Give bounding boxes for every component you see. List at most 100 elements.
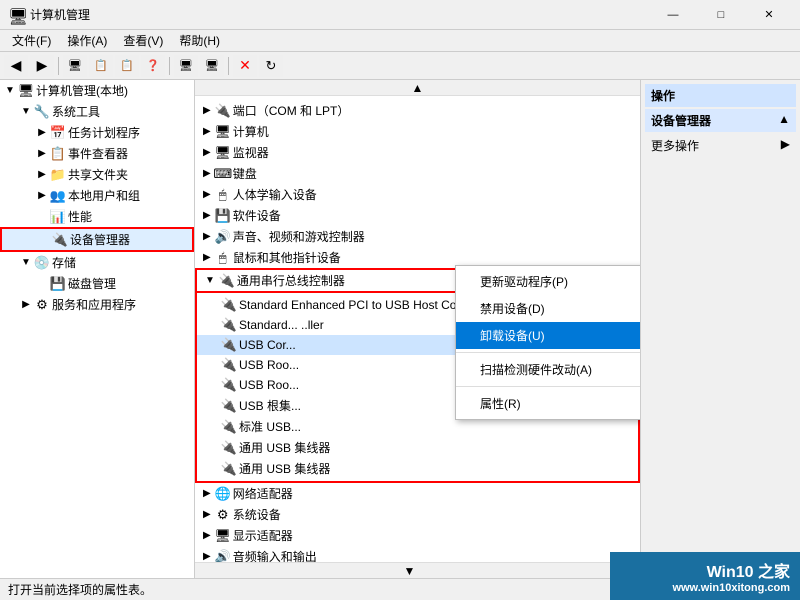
sound-label: 声音、视频和游戏控制器 bbox=[233, 228, 365, 245]
display-label: 显示适配器 bbox=[233, 527, 293, 544]
left-panel: ▼ 🖥 计算机管理(本地) ▼ 🔧 系统工具 ▶ 📅 任务计划程序 ▶ 📋 事件… bbox=[0, 80, 195, 578]
watermark-line2: www.win10xitong.com bbox=[672, 582, 790, 594]
sys-label2: 系统设备 bbox=[233, 506, 281, 523]
device-network[interactable]: ▶ 🌐 网络适配器 bbox=[195, 483, 640, 504]
event-toggle[interactable]: ▶ bbox=[34, 146, 50, 162]
tree-performance[interactable]: 📊 性能 bbox=[0, 206, 194, 227]
tree-services[interactable]: ▶ ⚙ 服务和应用程序 bbox=[0, 294, 194, 315]
forward-button[interactable]: ▶ bbox=[30, 55, 54, 77]
usb-item-8[interactable]: 🔌 通用 USB 集线器 bbox=[197, 437, 638, 458]
tree-task-scheduler[interactable]: ▶ 📅 任务计划程序 bbox=[0, 122, 194, 143]
minimize-button[interactable]: — bbox=[650, 0, 696, 30]
tree-shared-folders[interactable]: ▶ 📁 共享文件夹 bbox=[0, 164, 194, 185]
status-text: 打开当前选择项的属性表。 bbox=[8, 581, 152, 598]
scroll-up[interactable]: ▲ bbox=[195, 80, 640, 96]
tree-root[interactable]: ▼ 🖥 计算机管理(本地) bbox=[0, 80, 194, 101]
device-computer[interactable]: ▶ 🖥 计算机 bbox=[195, 121, 640, 142]
toolbar-btn-refresh[interactable]: ↻ bbox=[259, 55, 283, 77]
mouse-icon: 🖱 bbox=[215, 250, 231, 266]
device-hid[interactable]: ▶ 🖱 人体学输入设备 bbox=[195, 184, 640, 205]
storage-toggle[interactable]: ▼ bbox=[18, 255, 34, 271]
toolbar-btn-5[interactable]: 🖥 bbox=[174, 55, 198, 77]
expand-icon: ▲ bbox=[778, 112, 790, 126]
toolbar-btn-3[interactable]: 📋 bbox=[115, 55, 139, 77]
right-panel: ▲ ▶ 🔌 端口（COM 和 LPT） ▶ 🖥 计算机 ▶ bbox=[195, 80, 640, 578]
root-label: 计算机管理(本地) bbox=[36, 82, 128, 99]
menu-bar: 文件(F) 操作(A) 查看(V) 帮助(H) bbox=[0, 30, 800, 52]
task-toggle[interactable]: ▶ bbox=[34, 125, 50, 141]
device-port[interactable]: ▶ 🔌 端口（COM 和 LPT） bbox=[195, 100, 640, 121]
toolbar-btn-6[interactable]: 🖥 bbox=[200, 55, 224, 77]
usb7-label: 标准 USB... bbox=[239, 418, 301, 435]
ctx-scan[interactable]: 扫描检测硬件改动(A) bbox=[456, 356, 640, 383]
separator-1 bbox=[58, 57, 59, 75]
storage-label: 存储 bbox=[52, 254, 76, 271]
ctx-uninstall[interactable]: 卸载设备(U) bbox=[456, 322, 640, 349]
usb2-icon: 🔌 bbox=[221, 317, 237, 333]
ctx-sep-2 bbox=[456, 386, 640, 387]
tree-storage[interactable]: ▼ 💿 存储 bbox=[0, 252, 194, 273]
menu-action[interactable]: 操作(A) bbox=[59, 30, 115, 51]
toolbar-btn-2[interactable]: 📋 bbox=[89, 55, 113, 77]
ctx-update-driver[interactable]: 更新驱动程序(P) bbox=[456, 268, 640, 295]
root-toggle[interactable]: ▼ bbox=[2, 83, 18, 99]
title-bar: 🖥 计算机管理 — □ ✕ bbox=[0, 0, 800, 30]
menu-file[interactable]: 文件(F) bbox=[4, 30, 59, 51]
actions-section-label: 设备管理器 bbox=[651, 114, 711, 128]
menu-view[interactable]: 查看(V) bbox=[115, 30, 171, 51]
usb-item-9[interactable]: 🔌 通用 USB 集线器 bbox=[197, 458, 638, 479]
toolbar-btn-4[interactable]: ❓ bbox=[141, 55, 165, 77]
event-icon: 📋 bbox=[50, 146, 66, 162]
ctx-properties[interactable]: 属性(R) bbox=[456, 390, 640, 417]
usb3-icon: 🔌 bbox=[221, 337, 237, 353]
monitor-label: 监视器 bbox=[233, 144, 269, 161]
scroll-down[interactable]: ▼ bbox=[195, 562, 624, 578]
usb7-icon: 🔌 bbox=[221, 419, 237, 435]
usb-ctrl-label: 通用串行总线控制器 bbox=[237, 272, 345, 289]
mouse-label: 鼠标和其他指针设备 bbox=[233, 249, 341, 266]
perf-icon: 📊 bbox=[50, 209, 66, 225]
sys-toggle[interactable]: ▼ bbox=[18, 104, 34, 120]
svc-toggle[interactable]: ▶ bbox=[18, 297, 34, 313]
tree-system-tools[interactable]: ▼ 🔧 系统工具 bbox=[0, 101, 194, 122]
toolbar-btn-1[interactable]: 🖥 bbox=[63, 55, 87, 77]
local-label: 本地用户和组 bbox=[68, 187, 140, 204]
menu-help[interactable]: 帮助(H) bbox=[171, 30, 228, 51]
display-icon: 🖥 bbox=[215, 528, 231, 544]
device-sound[interactable]: ▶ 🔊 声音、视频和游戏控制器 bbox=[195, 226, 640, 247]
usb5-icon: 🔌 bbox=[221, 377, 237, 393]
device-display[interactable]: ▶ 🖥 显示适配器 bbox=[195, 525, 640, 546]
net-label: 网络适配器 bbox=[233, 485, 293, 502]
device-monitor[interactable]: ▶ 🖥 监视器 bbox=[195, 142, 640, 163]
close-button[interactable]: ✕ bbox=[746, 0, 792, 30]
local-toggle[interactable]: ▶ bbox=[34, 188, 50, 204]
tree-event-viewer[interactable]: ▶ 📋 事件查看器 bbox=[0, 143, 194, 164]
maximize-button[interactable]: □ bbox=[698, 0, 744, 30]
device-keyboard[interactable]: ▶ ⌨ 键盘 bbox=[195, 163, 640, 184]
usb5-label: USB Roo... bbox=[239, 378, 299, 392]
device-sys[interactable]: ▶ ⚙ 系统设备 bbox=[195, 504, 640, 525]
tree-disk-mgmt[interactable]: 💾 磁盘管理 bbox=[0, 273, 194, 294]
shared-toggle[interactable]: ▶ bbox=[34, 167, 50, 183]
task-icon: 📅 bbox=[50, 125, 66, 141]
audio-label: 音频输入和输出 bbox=[233, 548, 317, 562]
back-button[interactable]: ◀ bbox=[4, 55, 28, 77]
device-software[interactable]: ▶ 💾 软件设备 bbox=[195, 205, 640, 226]
actions-title-label: 操作 bbox=[651, 89, 675, 103]
dev-mgr-icon: 🔌 bbox=[52, 232, 68, 248]
usb6-label: USB 根集... bbox=[239, 397, 301, 414]
tree-local-users[interactable]: ▶ 👥 本地用户和组 bbox=[0, 185, 194, 206]
usb4-icon: 🔌 bbox=[221, 357, 237, 373]
tree-device-manager[interactable]: 🔌 设备管理器 bbox=[0, 227, 194, 252]
port-icon: 🔌 bbox=[215, 103, 231, 119]
device-audio[interactable]: ▶ 🔊 音频输入和输出 bbox=[195, 546, 640, 562]
window-title: 计算机管理 bbox=[30, 6, 650, 23]
task-label: 任务计划程序 bbox=[68, 124, 140, 141]
kbd-label: 键盘 bbox=[233, 165, 257, 182]
toolbar-btn-delete[interactable]: ✕ bbox=[233, 55, 257, 77]
usb6-icon: 🔌 bbox=[221, 398, 237, 414]
ctx-disable[interactable]: 禁用设备(D) bbox=[456, 295, 640, 322]
action-more[interactable]: 更多操作 ▶ bbox=[645, 134, 796, 157]
comp-label: 计算机 bbox=[233, 123, 269, 140]
separator-2 bbox=[169, 57, 170, 75]
